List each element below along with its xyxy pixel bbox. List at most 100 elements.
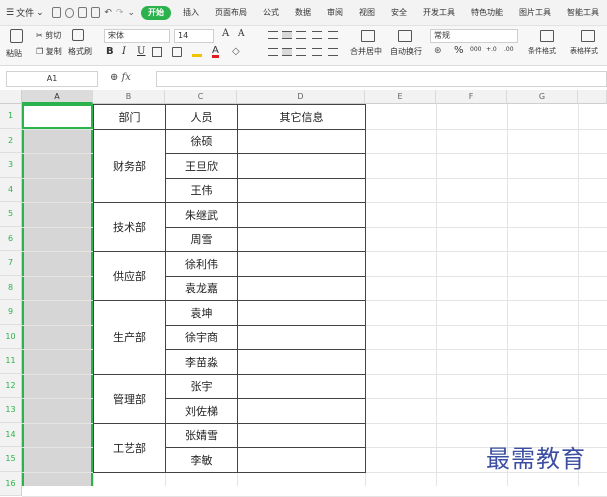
info-cell[interactable] bbox=[237, 349, 365, 374]
formula-input[interactable] bbox=[156, 71, 607, 87]
column-header-g[interactable]: G bbox=[507, 90, 578, 104]
person-cell[interactable]: 徐硕 bbox=[165, 128, 237, 153]
tab-4[interactable]: 数据 bbox=[287, 0, 319, 25]
undo-icon[interactable]: ↶ bbox=[104, 8, 112, 18]
column-header-f[interactable]: F bbox=[436, 90, 507, 104]
column-header-a[interactable]: A bbox=[22, 90, 93, 104]
person-cell[interactable]: 王伟 bbox=[165, 177, 237, 202]
align-bottom-icon[interactable] bbox=[296, 31, 306, 39]
orientation-icon[interactable] bbox=[312, 31, 322, 39]
active-cell-a1[interactable] bbox=[22, 104, 93, 129]
paste-icon[interactable] bbox=[10, 29, 23, 43]
header-cell-person[interactable]: 人员 bbox=[165, 104, 237, 129]
border-icon[interactable] bbox=[152, 47, 162, 57]
row-header-12[interactable]: 12 bbox=[0, 373, 22, 398]
tab-6[interactable]: 视图 bbox=[351, 0, 383, 25]
increase-decimal-button[interactable]: +.0 bbox=[486, 46, 497, 53]
underline-button[interactable]: U bbox=[137, 46, 145, 57]
merge-center-button[interactable]: 合并居中 bbox=[350, 46, 382, 57]
dept-cell[interactable]: 工艺部 bbox=[93, 422, 165, 472]
font-color-icon[interactable]: A bbox=[212, 46, 219, 58]
info-cell[interactable] bbox=[237, 153, 365, 178]
info-cell[interactable] bbox=[237, 447, 365, 472]
row-header-2[interactable]: 2 bbox=[0, 128, 22, 153]
info-cell[interactable] bbox=[237, 177, 365, 202]
person-cell[interactable]: 王旦欣 bbox=[165, 153, 237, 178]
save-icon[interactable] bbox=[65, 7, 74, 18]
info-cell[interactable] bbox=[237, 275, 365, 300]
person-cell[interactable]: 张宇 bbox=[165, 373, 237, 398]
column-header-d[interactable]: D bbox=[237, 90, 365, 104]
row-header-11[interactable]: 11 bbox=[0, 349, 22, 374]
row-header-8[interactable]: 8 bbox=[0, 275, 22, 300]
header-cell-other[interactable]: 其它信息 bbox=[237, 104, 365, 129]
tab-10[interactable]: 图片工具 bbox=[511, 0, 559, 25]
table-style-icon[interactable] bbox=[581, 30, 595, 42]
row-header-4[interactable]: 4 bbox=[0, 177, 22, 202]
person-cell[interactable]: 张婧雪 bbox=[165, 422, 237, 447]
thousands-button[interactable]: 000 bbox=[470, 46, 481, 53]
header-cell-dept[interactable]: 部门 bbox=[93, 104, 165, 129]
row-header-10[interactable]: 10 bbox=[0, 324, 22, 349]
justify-icon[interactable] bbox=[312, 48, 322, 56]
tab-1[interactable]: 插入 bbox=[175, 0, 207, 25]
row-header-6[interactable]: 6 bbox=[0, 226, 22, 251]
align-right-icon[interactable] bbox=[296, 48, 306, 56]
person-cell[interactable]: 李苗淼 bbox=[165, 349, 237, 374]
dept-cell[interactable]: 管理部 bbox=[93, 373, 165, 423]
font-size-select[interactable]: 14 bbox=[174, 29, 214, 43]
row-header-1[interactable]: 1 bbox=[0, 104, 22, 129]
align-left-icon[interactable] bbox=[268, 48, 278, 56]
percent-button[interactable]: % bbox=[454, 45, 464, 56]
currency-icon[interactable]: ⊛ bbox=[434, 46, 442, 56]
paste-button[interactable]: 粘贴 bbox=[6, 48, 22, 59]
info-cell[interactable] bbox=[237, 398, 365, 423]
file-menu[interactable]: ☰ 文件 ⌄ bbox=[6, 6, 44, 20]
dept-cell[interactable]: 生产部 bbox=[93, 300, 165, 374]
clear-format-icon[interactable]: ◇ bbox=[232, 46, 240, 57]
info-cell[interactable] bbox=[237, 251, 365, 276]
info-cell[interactable] bbox=[237, 324, 365, 349]
tab-0[interactable]: 开始 bbox=[141, 5, 172, 20]
person-cell[interactable]: 朱继武 bbox=[165, 202, 237, 227]
person-cell[interactable]: 袁龙嘉 bbox=[165, 275, 237, 300]
fill-style-icon[interactable] bbox=[172, 47, 182, 57]
column-header-c[interactable]: C bbox=[165, 90, 237, 104]
copy-button[interactable]: ❐ 复制 bbox=[36, 46, 62, 57]
format-painter-button[interactable]: 格式刷 bbox=[68, 46, 92, 57]
conditional-format-icon[interactable] bbox=[540, 30, 554, 42]
row-header-15[interactable]: 15 bbox=[0, 447, 22, 472]
tab-9[interactable]: 特色功能 bbox=[463, 0, 511, 25]
dept-cell[interactable]: 财务部 bbox=[93, 128, 165, 202]
distributed-icon[interactable] bbox=[328, 48, 338, 56]
person-cell[interactable]: 周雪 bbox=[165, 226, 237, 251]
redo-icon[interactable]: ↷ bbox=[116, 8, 124, 18]
fx-icon[interactable]: fx bbox=[122, 72, 131, 83]
indent-icon[interactable] bbox=[328, 31, 338, 39]
tab-3[interactable]: 公式 bbox=[255, 0, 287, 25]
row-header-14[interactable]: 14 bbox=[0, 422, 22, 447]
merge-center-icon[interactable] bbox=[361, 30, 375, 42]
new-file-icon[interactable] bbox=[51, 7, 62, 18]
info-cell[interactable] bbox=[237, 128, 365, 153]
info-cell[interactable] bbox=[237, 226, 365, 251]
print-preview-icon[interactable] bbox=[90, 7, 101, 18]
auto-wrap-button[interactable]: 自动换行 bbox=[390, 46, 422, 57]
format-painter-icon[interactable] bbox=[72, 29, 84, 41]
fill-color-icon[interactable] bbox=[192, 47, 202, 57]
auto-wrap-icon[interactable] bbox=[398, 30, 412, 42]
table-style-button[interactable]: 表格样式 bbox=[570, 46, 598, 56]
conditional-format-button[interactable]: 条件格式 bbox=[528, 46, 556, 56]
row-header-7[interactable]: 7 bbox=[0, 251, 22, 276]
column-header-e[interactable]: E bbox=[365, 90, 436, 104]
person-cell[interactable]: 李敏 bbox=[165, 447, 237, 472]
zoom-icon[interactable]: ⊕ bbox=[110, 72, 118, 83]
column-header-overflow[interactable] bbox=[578, 90, 607, 104]
grow-font-button[interactable]: A bbox=[222, 28, 229, 39]
select-all-corner[interactable] bbox=[0, 90, 22, 104]
align-middle-icon[interactable] bbox=[282, 31, 292, 39]
print-icon[interactable] bbox=[77, 7, 87, 18]
person-cell[interactable]: 徐利伟 bbox=[165, 251, 237, 276]
row-header-9[interactable]: 9 bbox=[0, 300, 22, 325]
row-header-3[interactable]: 3 bbox=[0, 153, 22, 178]
